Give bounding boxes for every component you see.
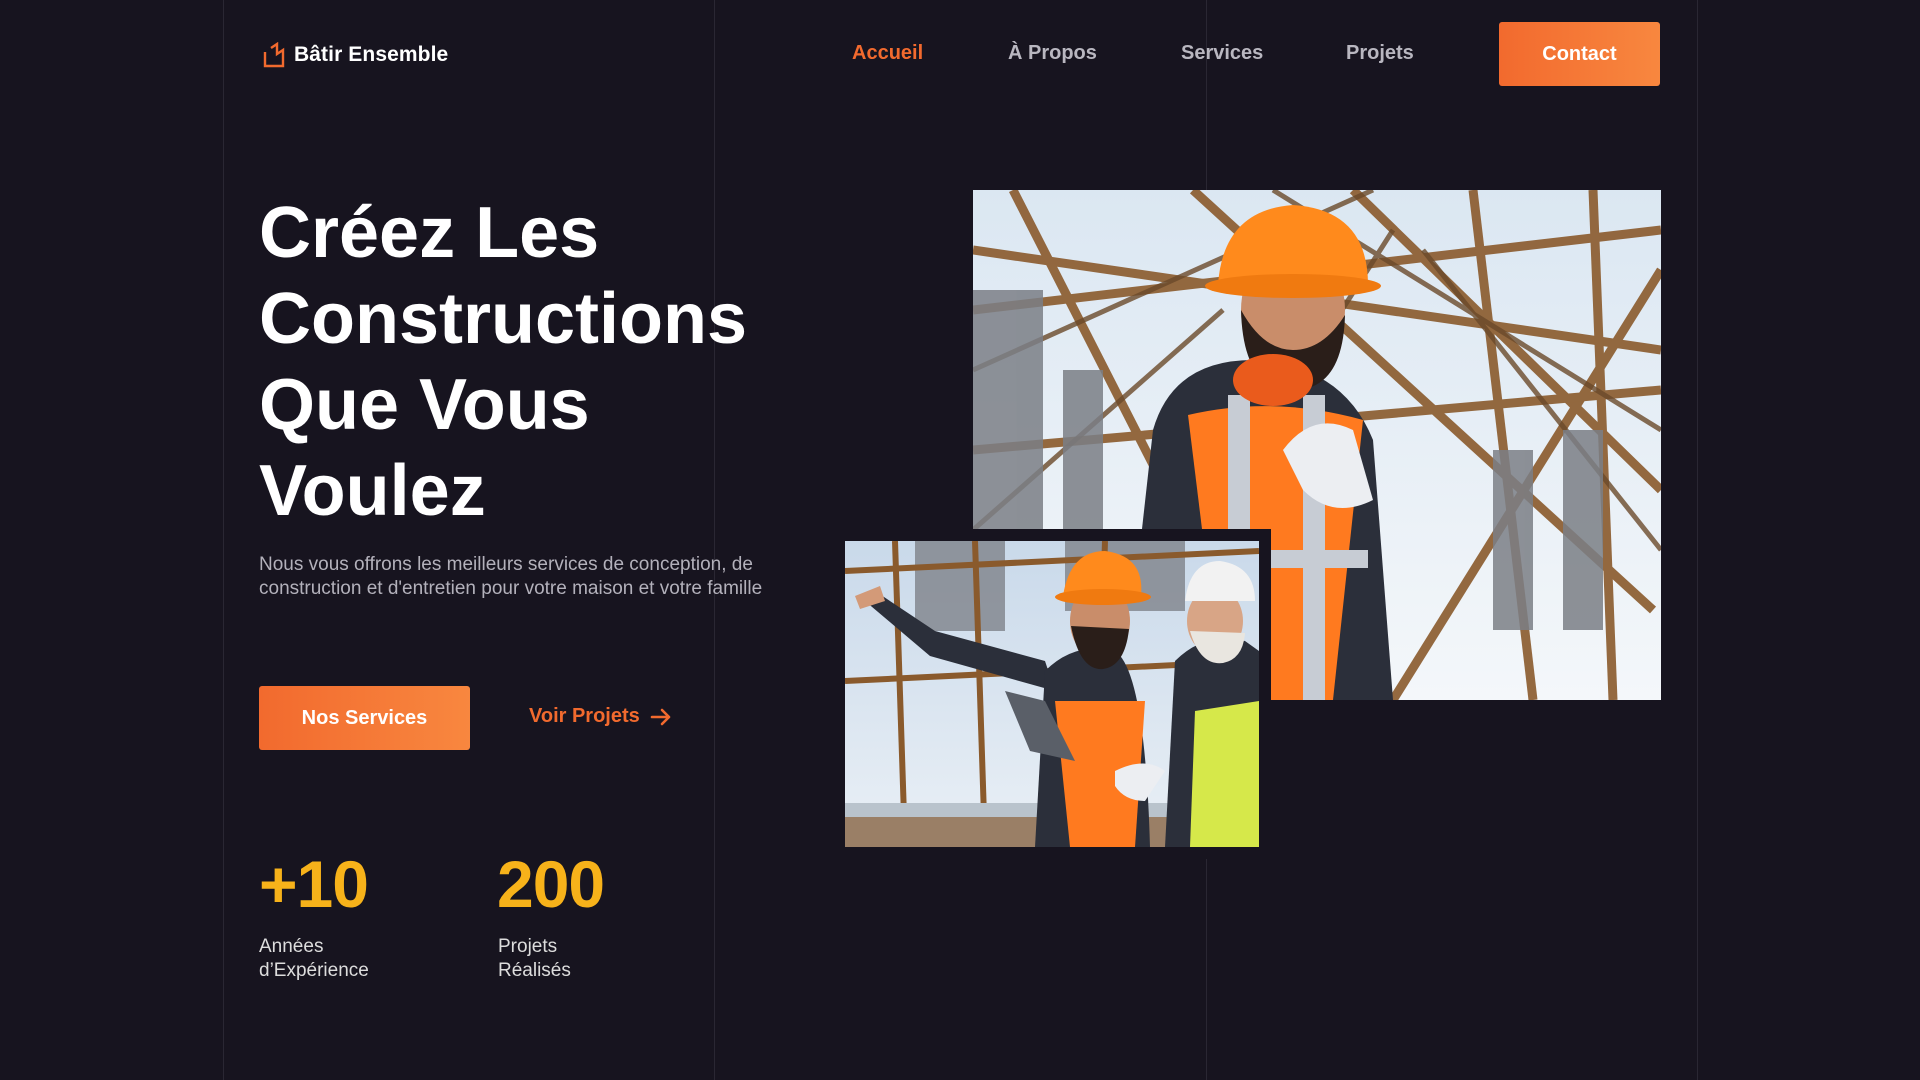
stat-years-label: Années d’Expérience [259,935,409,983]
hero-description: Nous vous offrons les meilleurs services… [259,554,763,599]
hero-title-line: Que Vous [259,365,590,445]
contact-button[interactable]: Contact [1499,22,1660,86]
view-projects-link[interactable]: Voir Projets [529,705,672,728]
nav-item-projets[interactable]: Projets [1346,42,1414,65]
services-button[interactable]: Nos Services [259,686,470,750]
nav-item-services[interactable]: Services [1181,42,1263,65]
nav-item-a-propos[interactable]: À Propos [1008,42,1097,65]
nav-item-accueil[interactable]: Accueil [852,42,923,65]
hero-title-line: Voulez [259,451,486,531]
hero-title: Créez Les Constructions Que Vous Voulez [259,190,819,534]
hero-title-line: Constructions [259,279,748,359]
guide-line [714,0,715,1080]
guide-line [223,0,224,1080]
hero-title-line: Créez Les [259,193,600,273]
view-projects-label: Voir Projets [529,705,640,727]
stat-years-label-text: Années d’Expérience [259,936,369,981]
photo-illustration [845,541,1259,847]
stat-years-value: +10 [259,847,369,921]
landing-page: Bâtir Ensemble Accueil À Propos Services… [0,0,1920,1080]
workers-pointing-photo [833,529,1271,859]
stat-projects-value: 200 [497,847,605,921]
stat-projects-label-text: Projets Réalisés [498,936,571,981]
arrow-right-icon [650,708,671,725]
guide-line [1697,0,1698,1080]
stat-projects-label: Projets Réalisés [498,935,588,983]
